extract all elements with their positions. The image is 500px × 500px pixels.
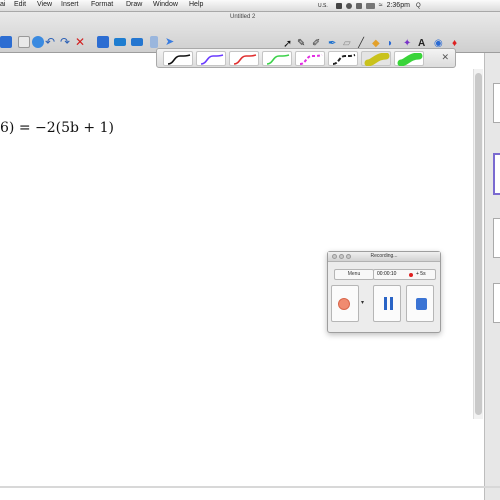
document-title: Untitled 2 [230,14,256,20]
recording-title: Recording... [328,252,440,262]
highlighter-green[interactable] [394,51,424,66]
pen-red-stroke-icon [233,54,257,65]
page-thumbnail-2[interactable] [493,153,500,195]
time-machine-icon[interactable] [345,2,352,9]
record-button[interactable] [331,285,359,322]
pen-green-stroke-icon [266,54,290,65]
record-icon [338,298,350,310]
document-camera-icon[interactable] [150,36,158,48]
pen-red[interactable] [229,51,259,66]
status-area: U.S. ≈ 2:36pm Q [318,1,421,10]
clock-text[interactable]: 2:36pm [387,2,410,9]
redo-icon[interactable]: ↷ [60,36,72,48]
spotlight-icon[interactable]: Q [416,3,421,9]
page-thumbnail-1[interactable] [493,83,500,123]
status-language[interactable]: U.S. [318,3,328,9]
pen-purple[interactable] [196,51,226,66]
close-tray-icon[interactable]: ✕ [441,52,449,63]
page-icon[interactable] [18,36,30,48]
pause-icon [384,297,393,310]
stop-button[interactable] [406,285,434,322]
bottom-divider [0,486,500,488]
delete-icon[interactable]: ✕ [75,36,87,48]
pointer-icon[interactable]: ➤ [165,36,177,48]
window-toolbar: Untitled 2 ↶ ↷ ✕ ➤ ➚ ✎ ✐ ✒ ▱ ╱ ◆ ◗ ✦ A ◉… [0,12,500,53]
menu-window[interactable]: Window [153,1,178,8]
page-thumbnail-4[interactable] [493,283,500,323]
volume-icon[interactable] [355,2,362,9]
pen-magenta-dotted[interactable] [295,51,325,66]
display-icon[interactable] [114,38,126,46]
pen-purple-stroke-icon [200,54,224,65]
record-options-chevron-icon[interactable]: ▾ [361,299,364,306]
pen-black[interactable] [163,51,193,66]
close-window-button[interactable] [332,254,337,259]
undo-icon[interactable]: ↶ [45,36,57,48]
pen-dashed-stroke-icon [332,54,356,65]
pen-black-dashed[interactable] [328,51,358,66]
elapsed-time: 00:00:10 [377,271,397,277]
menu-view[interactable]: View [37,1,52,8]
highlighter-yellow[interactable] [361,51,391,66]
page-sorter [484,53,500,500]
bluetooth-icon[interactable] [335,2,342,9]
menu-insert[interactable]: Insert [61,1,79,8]
handwritten-equation: 6) = −2(5b + 1) [0,120,114,136]
stop-icon [416,298,427,310]
menu-draw[interactable]: Draw [126,1,142,8]
time-offset: + 5s [416,271,426,277]
recording-indicator-icon [409,272,413,277]
page-thumbnail-3[interactable] [493,218,500,258]
zoom-window-button[interactable] [346,254,351,259]
vertical-scrollbar[interactable] [473,69,483,419]
menu-edit[interactable]: Edit [14,1,26,8]
refresh-icon[interactable] [32,36,44,48]
pause-button[interactable] [373,285,401,322]
scrollbar-thumb[interactable] [475,73,482,415]
recording-window: Recording... Menu 00:00:10 + 5s ▾ [327,251,441,333]
presentation-icon[interactable] [131,38,143,46]
menu-bar: ai Edit View Insert Format Draw Window H… [0,0,500,12]
wifi-icon[interactable]: ≈ [379,2,383,9]
open-icon[interactable] [0,36,12,48]
recording-timer: 00:00:10 + 5s [373,269,436,280]
menu-format[interactable]: Format [91,1,113,8]
pen-green[interactable] [262,51,292,66]
highlighter-green-icon [397,53,423,66]
menu-help[interactable]: Help [189,1,203,8]
menu-app[interactable]: ai [0,1,5,8]
highlighter-yellow-icon [364,53,390,66]
pen-black-stroke-icon [167,54,191,65]
minimize-window-button[interactable] [339,254,344,259]
screen-capture-icon[interactable] [97,36,109,48]
pen-magenta-stroke-icon [299,54,323,65]
recording-menu-button[interactable]: Menu [334,269,374,280]
battery-icon[interactable] [365,2,375,9]
pen-tray: ✕ [156,48,456,68]
